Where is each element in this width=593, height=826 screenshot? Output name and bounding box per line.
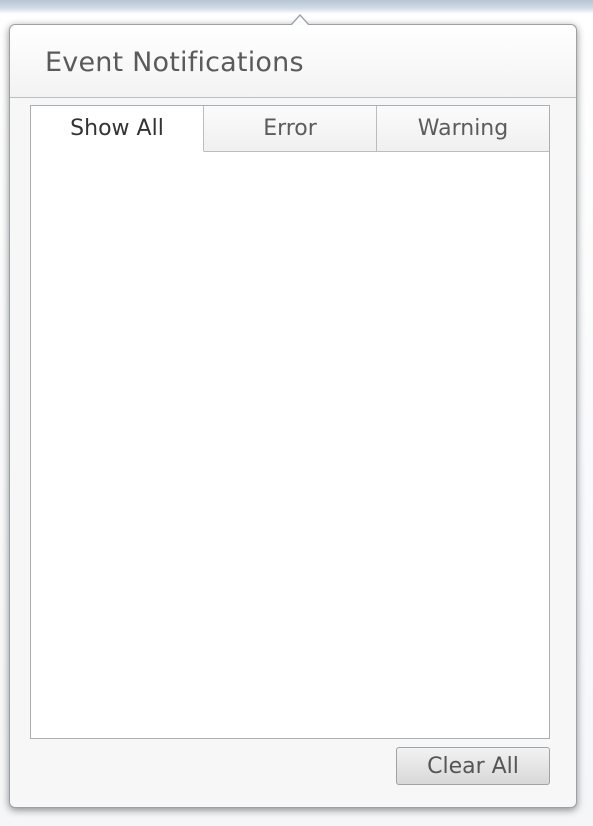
background-window-edge: [0, 0, 593, 14]
tab-warning[interactable]: Warning: [377, 106, 549, 152]
filter-tabs: Show All Error Warning: [31, 106, 549, 152]
event-notifications-popup: Event Notifications Show All Error Warni…: [9, 14, 577, 808]
notifications-panel: Show All Error Warning: [30, 105, 550, 739]
tab-show-all[interactable]: Show All: [31, 106, 204, 152]
clear-all-button[interactable]: Clear All: [396, 747, 550, 785]
notification-list[interactable]: [31, 152, 549, 738]
popup-title: Event Notifications: [45, 47, 304, 78]
popup-pointer: [290, 14, 310, 26]
screen: Event Notifications Show All Error Warni…: [0, 0, 593, 826]
popup-header: Event Notifications: [10, 25, 576, 98]
tab-error[interactable]: Error: [204, 106, 377, 152]
